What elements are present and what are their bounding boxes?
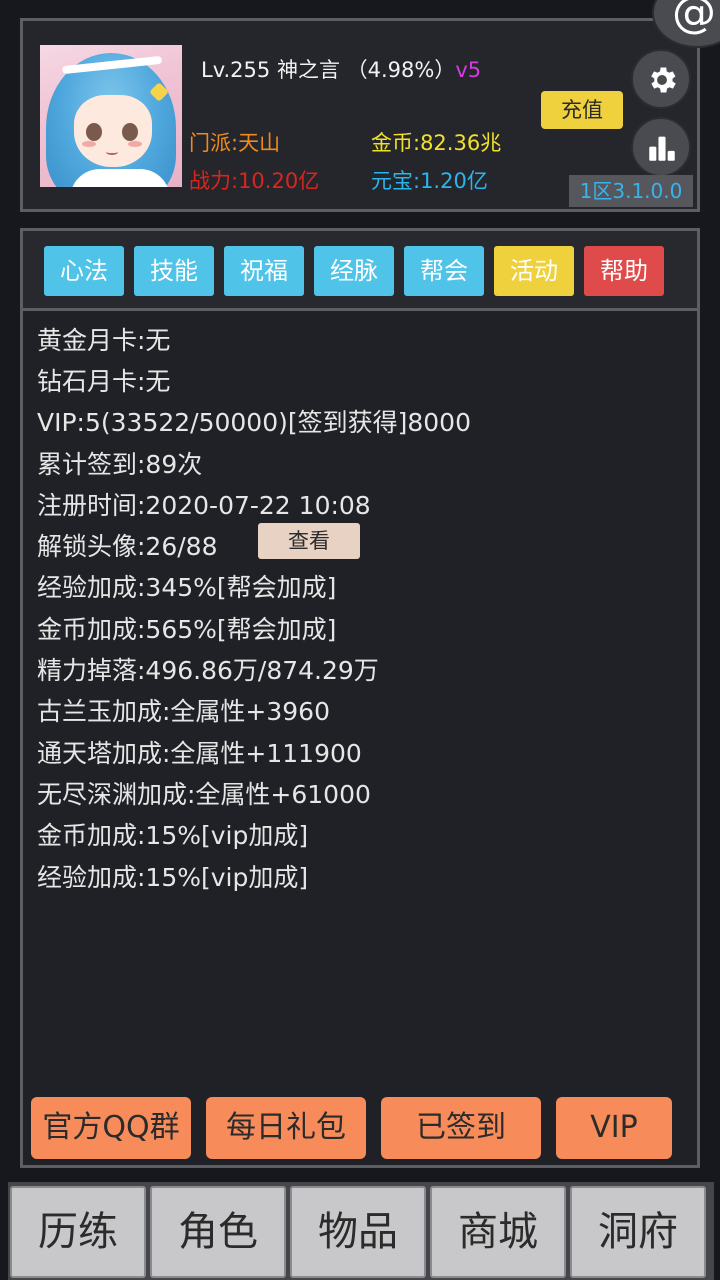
info-gold-bonus-guild: 金币加成:565%[帮会加成] bbox=[37, 615, 337, 644]
info-exp-bonus-vip: 经验加成:15%[vip加成] bbox=[37, 863, 309, 892]
info-gold-bonus-vip: 金币加成:15%[vip加成] bbox=[37, 821, 309, 850]
gold-amount: 金币:82.36兆 bbox=[371, 131, 502, 155]
nav-character[interactable]: 角色 bbox=[150, 1186, 286, 1278]
info-tower-bonus: 通天塔加成:全属性+111900 bbox=[37, 739, 362, 768]
tab-events[interactable]: 活动 bbox=[494, 246, 574, 296]
info-diamond-card: 钻石月卡:无 bbox=[37, 367, 171, 396]
yuanbao-amount: 元宝:1.20亿 bbox=[371, 169, 488, 193]
tab-bar: 心法 技能 祝福 经脉 帮会 活动 帮助 bbox=[23, 231, 697, 311]
view-avatars-button[interactable]: 查看 bbox=[258, 523, 360, 559]
sect-label: 门派:天山 bbox=[189, 131, 281, 155]
tab-help[interactable]: 帮助 bbox=[584, 246, 664, 296]
player-header-panel: Lv.255 神之言 （4.98%）v5 门派:天山 金币:82.36兆 战力:… bbox=[20, 18, 700, 212]
exp-percent: （4.98%） bbox=[346, 58, 456, 82]
recharge-button[interactable]: 充值 bbox=[541, 91, 623, 129]
tab-guild[interactable]: 帮会 bbox=[404, 246, 484, 296]
nav-items[interactable]: 物品 bbox=[290, 1186, 426, 1278]
tab-skills[interactable]: 技能 bbox=[134, 246, 214, 296]
info-gold-card: 黄金月卡:无 bbox=[37, 326, 171, 355]
info-vip-progress: VIP:5(33522/50000)[签到获得]8000 bbox=[37, 408, 471, 437]
avatar-mouth bbox=[106, 149, 118, 155]
signed-in-button[interactable]: 已签到 bbox=[381, 1097, 541, 1159]
info-energy-drop: 精力掉落:496.86万/874.29万 bbox=[37, 656, 379, 685]
tab-blessing[interactable]: 祝福 bbox=[224, 246, 304, 296]
nav-training[interactable]: 历练 bbox=[10, 1186, 146, 1278]
tab-xinfa[interactable]: 心法 bbox=[44, 246, 124, 296]
info-register-time: 注册时间:2020-07-22 10:08 bbox=[37, 491, 371, 520]
info-signin-count: 累计签到:89次 bbox=[37, 450, 203, 479]
info-exp-bonus-guild: 经验加成:345%[帮会加成] bbox=[37, 573, 337, 602]
nav-shop[interactable]: 商城 bbox=[430, 1186, 566, 1278]
settings-button[interactable] bbox=[631, 49, 691, 109]
official-qq-group-button[interactable]: 官方QQ群 bbox=[31, 1097, 191, 1159]
bar-chart-icon bbox=[649, 136, 675, 161]
player-level: Lv.255 bbox=[201, 58, 271, 82]
info-gulanyu-bonus: 古兰玉加成:全属性+3960 bbox=[37, 697, 330, 726]
level-line: Lv.255 神之言 （4.98%）v5 bbox=[201, 54, 481, 84]
gear-icon bbox=[651, 67, 676, 93]
combat-power: 战力:10.20亿 bbox=[189, 169, 320, 193]
tab-meridian[interactable]: 经脉 bbox=[314, 246, 394, 296]
vip-button[interactable]: VIP bbox=[556, 1097, 672, 1159]
vip-tag: v5 bbox=[455, 58, 482, 82]
daily-gift-button[interactable]: 每日礼包 bbox=[206, 1097, 366, 1159]
info-unlocked-avatars: 解锁头像:26/88 bbox=[37, 532, 218, 561]
player-name: 神之言 bbox=[276, 58, 340, 82]
player-avatar[interactable] bbox=[40, 45, 182, 187]
info-abyss-bonus: 无尽深渊加成:全属性+61000 bbox=[37, 780, 371, 809]
ranking-button[interactable] bbox=[631, 117, 691, 177]
avatar-eye bbox=[122, 123, 138, 141]
avatar-blush bbox=[128, 141, 142, 147]
avatar-blush bbox=[82, 141, 96, 147]
main-panel: 心法 技能 祝福 经脉 帮会 活动 帮助 黄金月卡:无 钻石月卡:无 VIP:5… bbox=[20, 228, 700, 1168]
nav-cave[interactable]: 洞府 bbox=[570, 1186, 706, 1278]
server-version-badge: 1区3.1.0.0 bbox=[569, 175, 693, 207]
bottom-navigation: 历练 角色 物品 商城 洞府 bbox=[8, 1182, 714, 1280]
avatar-eye bbox=[86, 123, 102, 141]
